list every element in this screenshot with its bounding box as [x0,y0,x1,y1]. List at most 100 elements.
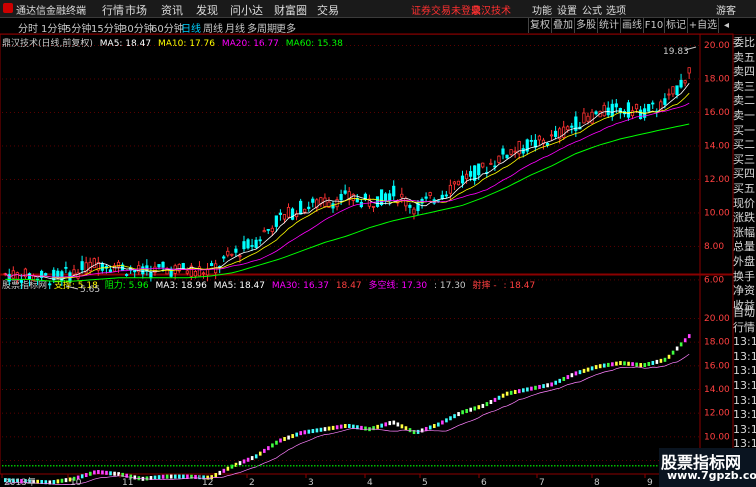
menu-function[interactable]: 功能 [532,2,552,17]
grid-dot [266,111,267,113]
grid-dot [106,212,107,214]
resist-value: 阻力: 5.96 [104,281,149,291]
support-dot [323,465,325,467]
grid-dot [102,412,103,414]
grid-dot [310,460,311,461]
menu-item-discover[interactable]: 发现 [196,2,218,18]
grid-dot [226,365,227,367]
grid-dot [210,318,211,319]
fuquan-button[interactable]: 复权 [528,18,551,33]
overlay-button[interactable]: 叠加 [551,18,574,33]
grid-dot [662,318,663,319]
menu-item-market[interactable]: 市场 [125,2,147,18]
grid-dot [318,389,319,390]
grid-dot [558,412,559,414]
period-tab-60min[interactable]: 60分钟 [151,20,184,35]
candle-body [396,200,400,204]
period-tab-1min[interactable]: 1分钟 [41,20,67,35]
grid-dot [394,245,395,247]
formula-name[interactable]: 鼎汉技术 [471,2,511,17]
grid-dot [334,365,335,367]
grid-dot [226,245,227,247]
grid-dot [122,341,123,343]
grid-dot [650,389,651,390]
grid-dot [70,178,71,180]
grid-dot [502,212,503,214]
draw-button[interactable]: 画线 [620,18,643,33]
grid-dot [30,436,31,438]
period-tab-more[interactable]: 更多 [276,20,296,35]
grid-dot [250,178,251,180]
grid-dot [678,245,679,247]
grid-dot [494,389,495,390]
grid-dot [230,412,231,414]
grid-dot [82,365,83,367]
period-tab-15min[interactable]: 15分钟 [91,20,124,35]
indicator-block [453,414,456,419]
menu-item-wealth[interactable]: 财富圈 [274,2,307,18]
stats-button[interactable]: 统计 [597,18,620,33]
grid-dot [258,212,259,214]
menu-item-trade[interactable]: 交易 [317,2,339,18]
grid-dot [2,436,3,438]
sub-value-1: 18.47 [335,281,362,291]
grid-dot [138,436,139,438]
support-dot [416,465,418,467]
candle-body [307,206,311,210]
support-dot [299,465,301,467]
grid-dot [18,365,19,367]
f10-button[interactable]: F10 [643,18,664,33]
grid-dot [614,178,615,180]
grid-dot [522,436,523,438]
grid-dot [146,245,147,247]
add-favorite-button[interactable]: +自选 [687,18,718,33]
mark-button[interactable]: 标记 [664,18,687,33]
grid-dot [438,365,439,367]
grid-dot [266,460,267,461]
watermark-url: www.7gpzb.com [667,469,756,482]
grid-dot [166,145,167,147]
period-tab-monthly[interactable]: 月线 [225,20,245,35]
grid-dot [546,145,547,147]
grid-dot [590,412,591,414]
period-tab-weekly[interactable]: 周线 [203,20,223,35]
menu-formula[interactable]: 公式 [582,2,602,17]
multi-stock-button[interactable]: 多股 [574,18,597,33]
grid-dot [650,45,651,46]
grid-dot [554,245,555,247]
grid-dot [530,145,531,147]
grid-dot [402,412,403,414]
period-tab-5min[interactable]: 5分钟 [65,20,91,35]
grid-dot [294,460,295,461]
grid-dot [14,365,15,367]
support-dot [521,465,523,467]
menu-item-quotes[interactable]: 行情 [102,2,124,18]
menu-item-news[interactable]: 资讯 [161,2,183,18]
panel-toggle-button[interactable]: ◂ [718,18,734,33]
grid-dot [378,178,379,180]
grid-dot [326,412,327,414]
period-tab-daily[interactable]: 日线 [181,20,201,35]
indicator-block [198,475,201,480]
period-tab-30min[interactable]: 30分钟 [121,20,154,35]
menu-settings[interactable]: 设置 [557,2,577,17]
grid-dot [82,460,83,461]
menu-options[interactable]: 选项 [606,2,626,17]
grid-dot [110,145,111,147]
guest-label[interactable]: 游客 [716,2,736,17]
grid-dot [314,178,315,180]
grid-dot [494,178,495,180]
period-tab-multi[interactable]: 多周期 [247,20,277,35]
kline-chart[interactable]: 20.0018.0016.0014.0012.0010.008.006.0020… [0,0,756,487]
grid-dot [610,145,611,147]
grid-dot [606,412,607,414]
grid-dot [550,111,551,113]
grid-dot [482,178,483,180]
period-tab-minute[interactable]: 分时 [18,20,38,35]
grid-dot [382,212,383,214]
grid-dot [14,389,15,390]
grid-dot [582,460,583,461]
menu-item-ask[interactable]: 问小达 [230,2,263,18]
indicator-block [307,429,311,434]
grid-dot [54,341,55,343]
